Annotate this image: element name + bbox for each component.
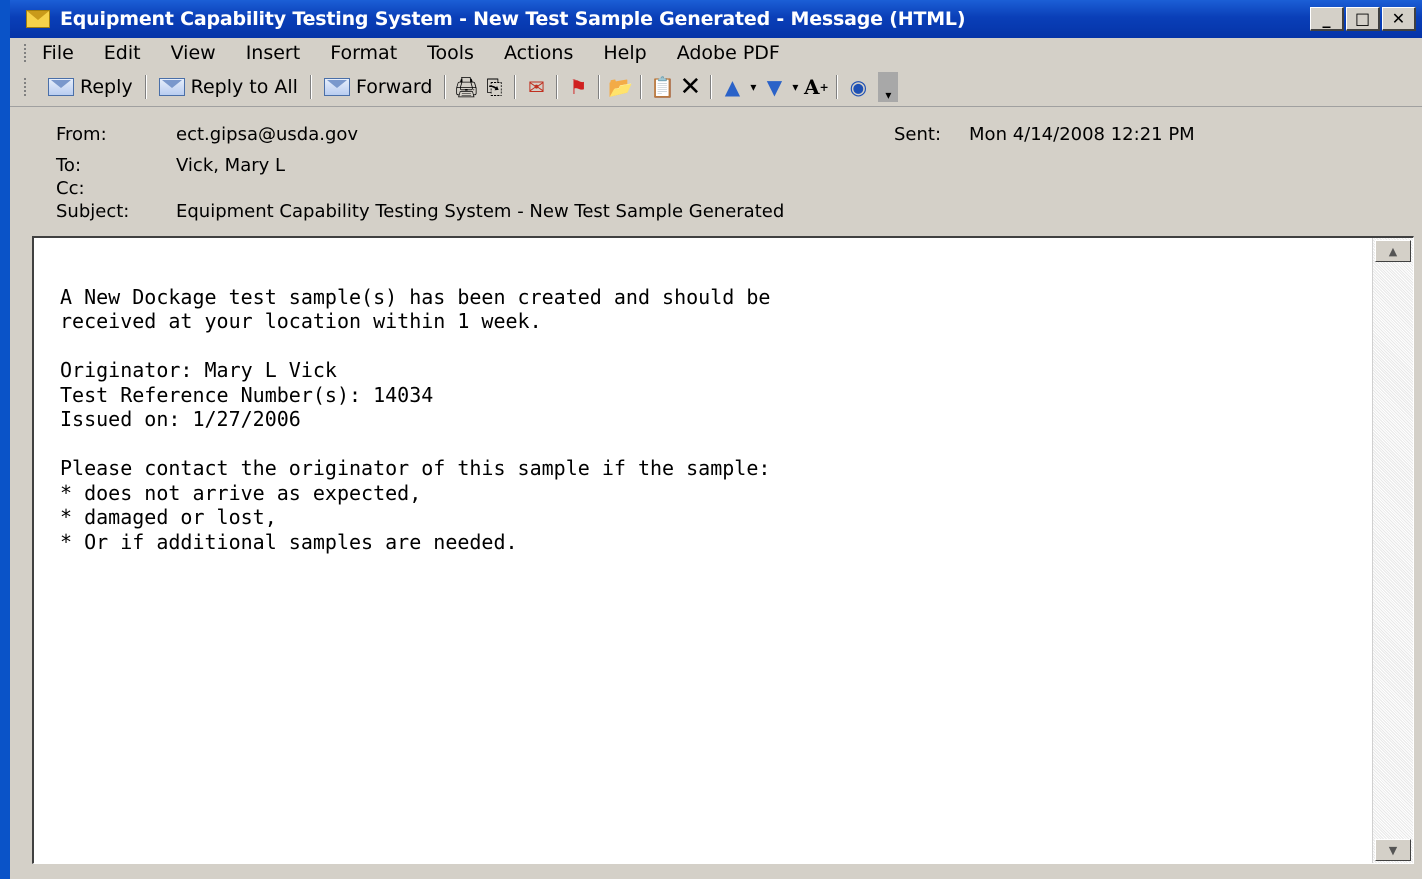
- toolbar: Reply Reply to All Forward 🖨 ⎘ ✉ ⚑ 📂 📋 ✕…: [10, 68, 1422, 107]
- toolbar-separator: [598, 75, 601, 99]
- next-dropdown-icon[interactable]: ▾: [788, 75, 802, 99]
- subject-row: Subject: Equipment Capability Testing Sy…: [56, 201, 784, 222]
- to-label: To:: [56, 155, 82, 176]
- subject-label: Subject:: [56, 201, 130, 222]
- next-item-icon[interactable]: ▼: [760, 75, 788, 99]
- forward-button[interactable]: Forward: [318, 76, 438, 98]
- sent-row: Sent: Mon 4/14/2008 12:21 PM: [894, 124, 1195, 145]
- copy-icon[interactable]: ⎘: [480, 75, 508, 99]
- help-icon[interactable]: ◉: [844, 75, 872, 99]
- body-line: Originator: Mary L Vick: [60, 358, 337, 382]
- reply-all-icon: [158, 78, 185, 96]
- scroll-up-button[interactable]: ▲: [1375, 240, 1411, 262]
- message-header: From: ect.gipsa@usda.gov Sent: Mon 4/14/…: [10, 108, 1422, 234]
- message-window: Equipment Capability Testing System - Ne…: [10, 0, 1422, 879]
- cc-label: Cc:: [56, 178, 85, 199]
- cc-row: Cc: ​: [56, 178, 176, 199]
- body-line: * does not arrive as expected,: [60, 480, 422, 505]
- body-line: * Or if additional samples are needed.: [60, 529, 518, 554]
- toolbar-grip-handle[interactable]: [24, 78, 30, 96]
- body-line: * damaged or lost,: [60, 505, 277, 529]
- reply-button[interactable]: Reply: [42, 76, 139, 98]
- menu-format[interactable]: Format: [330, 42, 397, 64]
- toolbar-separator: [309, 75, 312, 99]
- minimize-button[interactable]: _: [1310, 7, 1344, 31]
- move-to-folder-icon[interactable]: 📋: [648, 75, 676, 99]
- body-line: A New Dockage test sample(s) has been cr…: [60, 284, 771, 309]
- message-body[interactable]: A New Dockage test sample(s) has been cr…: [32, 236, 1414, 864]
- from-value[interactable]: ect.gipsa@usda.gov: [176, 124, 358, 145]
- from-row: From: ect.gipsa@usda.gov: [56, 124, 358, 145]
- menu-grip-handle[interactable]: [24, 44, 30, 62]
- forward-label: Forward: [355, 76, 433, 98]
- vertical-scrollbar[interactable]: ▲ ▼: [1372, 238, 1413, 863]
- menu-actions[interactable]: Actions: [504, 42, 573, 64]
- reply-all-label: Reply to All: [190, 76, 298, 98]
- menu-insert[interactable]: Insert: [246, 42, 301, 64]
- body-line: ​: [60, 432, 770, 457]
- message-body-text: A New Dockage test sample(s) has been cr…: [60, 260, 770, 603]
- sent-value: Mon 4/14/2008 12:21 PM: [969, 124, 1195, 145]
- title-bar[interactable]: Equipment Capability Testing System - Ne…: [10, 0, 1422, 38]
- maximize-button[interactable]: □: [1346, 7, 1380, 31]
- toolbar-separator: [514, 75, 517, 99]
- sent-label: Sent:: [894, 124, 942, 145]
- previous-item-icon[interactable]: ▲: [718, 75, 746, 99]
- reply-icon: [48, 78, 74, 96]
- to-value[interactable]: Vick, Mary L: [176, 155, 285, 176]
- toolbar-overflow-button[interactable]: ▾: [878, 72, 899, 102]
- previous-dropdown-icon[interactable]: ▾: [746, 75, 760, 99]
- reply-label: Reply: [80, 76, 133, 98]
- from-label: From:: [56, 124, 107, 145]
- menu-edit[interactable]: Edit: [104, 42, 141, 64]
- menu-tools[interactable]: Tools: [427, 42, 474, 64]
- menu-adobe-pdf[interactable]: Adobe PDF: [677, 42, 780, 64]
- forward-icon: [323, 78, 350, 96]
- menu-help[interactable]: Help: [603, 42, 646, 64]
- menu-file[interactable]: File: [42, 42, 74, 64]
- body-line: Issued on: 1/27/2006: [60, 407, 301, 431]
- toolbar-separator: [836, 75, 839, 99]
- flag-icon[interactable]: ⚑: [564, 75, 592, 99]
- subject-value: Equipment Capability Testing System - Ne…: [176, 201, 785, 222]
- menu-view[interactable]: View: [171, 42, 216, 64]
- print-icon[interactable]: 🖨: [452, 75, 480, 99]
- body-line: ​: [60, 334, 770, 359]
- toolbar-separator: [556, 75, 559, 99]
- body-line: received at your location within 1 week.: [60, 309, 542, 333]
- close-button[interactable]: ✕: [1382, 7, 1416, 31]
- scroll-down-button[interactable]: ▼: [1375, 839, 1411, 861]
- window-controls: _ □ ✕: [1310, 7, 1416, 31]
- envelope-icon: [26, 10, 50, 28]
- folder-icon[interactable]: 📂: [606, 75, 634, 99]
- body-line: Test Reference Number(s): 14034: [60, 382, 434, 407]
- delete-icon[interactable]: ✕: [676, 72, 704, 102]
- mark-unread-icon[interactable]: ✉: [522, 75, 550, 99]
- reply-all-button[interactable]: Reply to All: [153, 76, 304, 98]
- font-size-icon[interactable]: A +: [802, 75, 830, 99]
- menu-bar: File Edit View Insert Format Tools Actio…: [10, 38, 1422, 68]
- toolbar-separator: [444, 75, 447, 99]
- body-line: Please contact the originator of this sa…: [60, 456, 771, 480]
- window-title: Equipment Capability Testing System - Ne…: [60, 8, 966, 30]
- toolbar-separator: [710, 75, 713, 99]
- to-row: To: Vick, Mary L: [56, 155, 285, 176]
- toolbar-separator: [640, 75, 643, 99]
- toolbar-separator: [144, 75, 147, 99]
